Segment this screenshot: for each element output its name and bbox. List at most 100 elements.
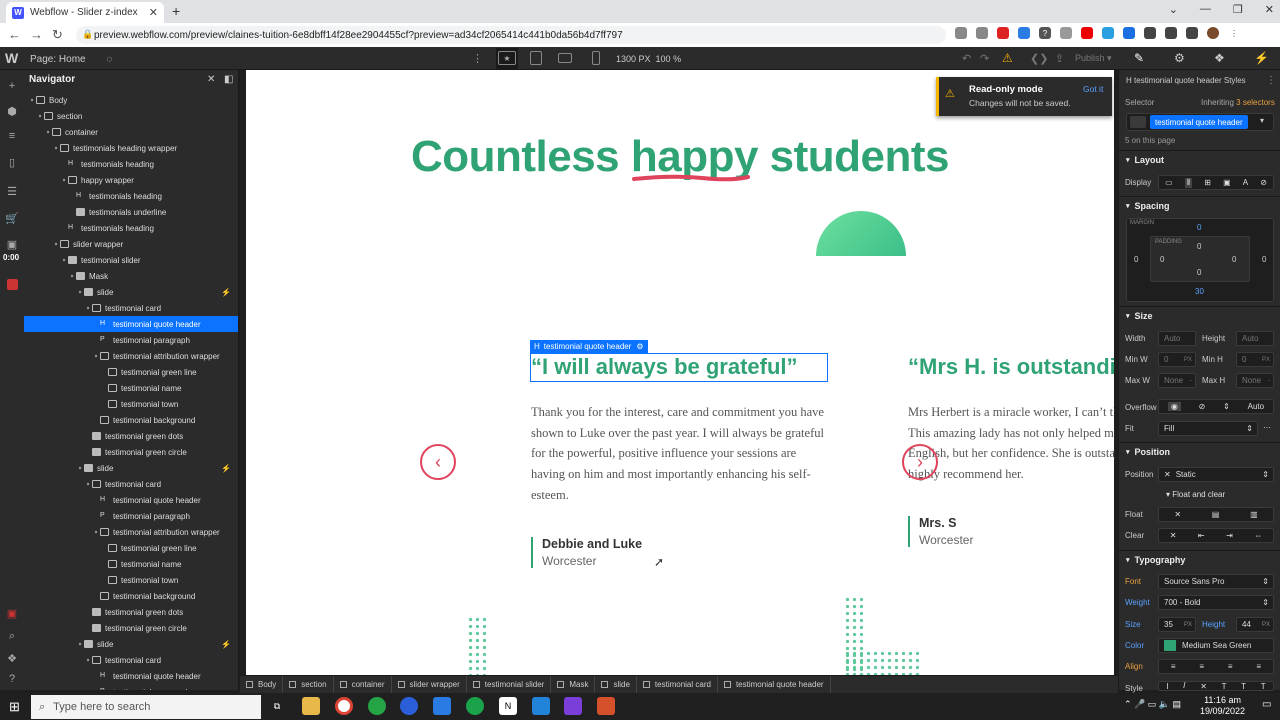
navigator-item[interactable]: testimonial green line (24, 364, 238, 380)
publish-button[interactable]: Publish ▾ (1075, 53, 1112, 64)
font-size-input[interactable]: 35 PX (1158, 617, 1196, 632)
fit-more-icon[interactable]: ⋯ (1263, 423, 1271, 432)
navigator-item[interactable]: Ptestimonial paragraph (24, 684, 238, 691)
testimonial-paragraph[interactable]: Thank you for the interest, care and com… (531, 402, 831, 506)
decoration-none-icon[interactable]: ✕ (1200, 682, 1207, 691)
expand-toggle-icon[interactable]: ▾ (52, 241, 60, 248)
navigator-icon[interactable]: ≡ (5, 130, 19, 142)
navigator-item[interactable]: Htestimonial quote header (24, 316, 238, 332)
navigator-item[interactable]: ▾ container (24, 124, 238, 140)
reload-icon[interactable]: ↻ (52, 27, 63, 43)
pages-icon[interactable]: ▯ (5, 156, 19, 169)
zoom-extension-icon[interactable] (1018, 27, 1030, 39)
testimonial-quote-header[interactable]: “I will always be grateful” (531, 354, 798, 380)
navigator-item[interactable]: ▾ testimonials heading wrapper (24, 140, 238, 156)
audit-icon[interactable]: ▣ (5, 607, 19, 620)
expand-toggle-icon[interactable]: ▾ (84, 305, 92, 312)
testimonial-quote-header-2[interactable]: “Mrs H. is outstanding” (908, 354, 1114, 380)
power-extension-icon[interactable] (1060, 27, 1072, 39)
got-it-button[interactable]: Got it (1083, 84, 1103, 94)
line-height-input[interactable]: 44 PX (1236, 617, 1274, 632)
lightning-icon[interactable]: ⚡ (1254, 51, 1269, 65)
overline-icon[interactable]: T (1261, 682, 1266, 691)
size-section[interactable]: ▾ Size (1118, 306, 1280, 325)
apps-icon[interactable]: ❖ (5, 652, 19, 665)
padding-left[interactable]: 0 (1160, 255, 1164, 264)
align-center-icon[interactable]: ≡ (1199, 662, 1204, 671)
close-window-icon[interactable]: ✕ (1265, 3, 1274, 16)
display-flex-icon[interactable]: ⫴ (1184, 177, 1193, 188)
selector-dropdown-icon[interactable]: ▾ (1260, 116, 1264, 125)
navigator-item[interactable]: ▾ Mask (24, 268, 238, 284)
ecommerce-icon[interactable]: 🛒 (5, 212, 19, 225)
margin-bottom[interactable]: 30 (1195, 287, 1204, 296)
breadcrumb-item[interactable]: testimonial card (637, 675, 718, 694)
navigator-item[interactable]: testimonial green dots (24, 604, 238, 620)
underline-icon[interactable]: T (1241, 682, 1246, 691)
app-blue-icon[interactable] (400, 697, 418, 715)
navigator-item[interactable]: ▾ testimonial slider (24, 252, 238, 268)
menu-icon[interactable]: ⋮ (1228, 27, 1240, 39)
tab-search-icon[interactable]: ⌄ (1169, 3, 1178, 16)
interactions-icon[interactable]: ❖ (1214, 51, 1225, 65)
expand-toggle-icon[interactable]: ▾ (92, 529, 100, 536)
browser-tab[interactable]: W Webflow - Slider z-index ✕ (6, 2, 164, 23)
italic-icon[interactable]: 𝐼 (1183, 681, 1185, 691)
share-link-icon[interactable]: ⇪ (1055, 52, 1064, 65)
search-icon[interactable]: ⌕ (5, 630, 19, 642)
notion-icon[interactable]: N (499, 697, 517, 715)
min-width-input[interactable]: 0 PX (1158, 352, 1196, 367)
navigator-item[interactable]: ▾ testimonial attribution wrapper (24, 348, 238, 364)
symbols-icon[interactable]: ⬢ (5, 105, 19, 118)
float-clear-toggle[interactable]: ▾ Float and clear (1166, 490, 1225, 499)
color-picker[interactable]: Medium Sea Green (1158, 638, 1274, 653)
expand-toggle-icon[interactable]: ▾ (60, 177, 68, 184)
visual-studio-icon[interactable] (564, 697, 582, 715)
navigator-item[interactable]: testimonial green dots (24, 428, 238, 444)
reading-list-icon[interactable] (1165, 27, 1177, 39)
add-panel-icon[interactable]: + (5, 80, 19, 92)
navigator-item[interactable]: Ptestimonial paragraph (24, 508, 238, 524)
expand-toggle-icon[interactable]: ▾ (92, 353, 100, 360)
help-extension-icon[interactable]: ? (1039, 27, 1051, 39)
navigator-item[interactable]: Htestimonials heading (24, 220, 238, 236)
navigator-item[interactable]: Htestimonial quote header (24, 492, 238, 508)
padding-right[interactable]: 0 (1232, 255, 1236, 264)
slider-next-arrow[interactable]: › (902, 444, 938, 480)
navigator-item[interactable]: ▾ Body (24, 92, 238, 108)
close-navigator-icon[interactable]: ✕ (207, 74, 215, 85)
assets-icon[interactable]: ▣ (5, 238, 19, 251)
more-icon[interactable]: ⋮ (472, 52, 483, 65)
slider-prev-arrow[interactable]: ‹ (420, 444, 456, 480)
navigator-item[interactable]: Ptestimonial paragraph (24, 332, 238, 348)
selector-chip[interactable]: testimonial quote header (1150, 115, 1248, 129)
breadcrumb-item[interactable]: slide (595, 675, 637, 694)
windows-start-icon[interactable]: ⊞ (9, 699, 20, 715)
expand-toggle-icon[interactable]: ▾ (84, 481, 92, 488)
margin-left[interactable]: 0 (1134, 255, 1138, 264)
puzzle-icon[interactable] (1144, 27, 1156, 39)
overflow-visible-icon[interactable]: ◉ (1167, 402, 1181, 411)
display-block-icon[interactable]: ▭ (1165, 178, 1173, 187)
app-orange-icon[interactable] (597, 697, 615, 715)
testimonial-paragraph-2[interactable]: Mrs Herbert is a miracle worker, I can’t… (908, 402, 1114, 485)
more-options-icon[interactable]: ⋮ (1266, 75, 1276, 86)
share-icon[interactable] (955, 27, 967, 39)
navigator-item[interactable]: Htestimonials heading (24, 188, 238, 204)
float-right-icon[interactable]: ▥ (1250, 510, 1258, 519)
record-icon[interactable] (7, 279, 18, 290)
height-input[interactable]: Auto (1236, 331, 1274, 346)
undo-icon[interactable]: ↶ (962, 52, 971, 65)
expand-toggle-icon[interactable]: ▾ (44, 129, 52, 136)
expand-toggle-icon[interactable]: ▾ (76, 289, 84, 296)
align-justify-icon[interactable]: ≡ (1256, 662, 1261, 671)
whatsapp-icon[interactable] (368, 697, 386, 715)
padding-bottom[interactable]: 0 (1197, 268, 1201, 277)
notification-icon[interactable]: ▭ (1262, 699, 1271, 710)
navigator-item[interactable]: ▾ happy wrapper (24, 172, 238, 188)
position-select[interactable]: ✕ Static ⇕ (1158, 467, 1274, 482)
file-explorer-icon[interactable] (302, 697, 320, 715)
new-tab-icon[interactable]: + (172, 3, 180, 19)
landscape-breakpoint-icon[interactable] (558, 53, 572, 63)
settings-gear-icon[interactable]: ⚙ (1174, 51, 1185, 65)
